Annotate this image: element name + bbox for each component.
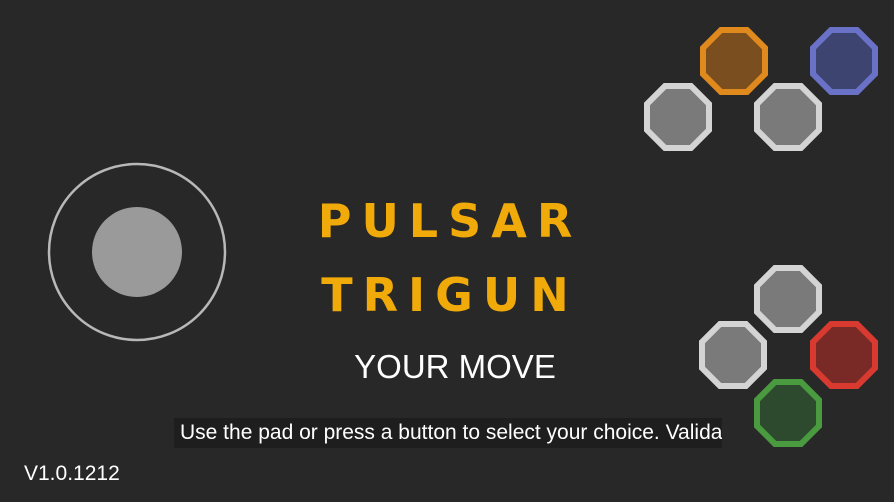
virtual-joystick[interactable] [47,162,227,342]
octagon-icon [754,379,822,447]
game-title-line-2: TRIGUN [321,268,579,322]
version-label: V1.0.1212 [24,462,120,485]
octagon-icon [644,83,712,151]
game-title-line-1: PULSAR [317,194,583,248]
left-gray-button[interactable] [643,82,713,152]
analog-stick-icon [47,162,227,342]
octagon-icon [754,83,822,151]
joystick-thumb [92,207,182,297]
top-button-cluster [640,24,890,156]
turn-status: YOUR MOVE [354,348,556,385]
right-gray-button[interactable] [753,82,823,152]
bottom-button-cluster [696,262,894,454]
instructions-ticker: Use the pad or press a button to select … [174,418,722,448]
green-button[interactable] [753,378,823,448]
